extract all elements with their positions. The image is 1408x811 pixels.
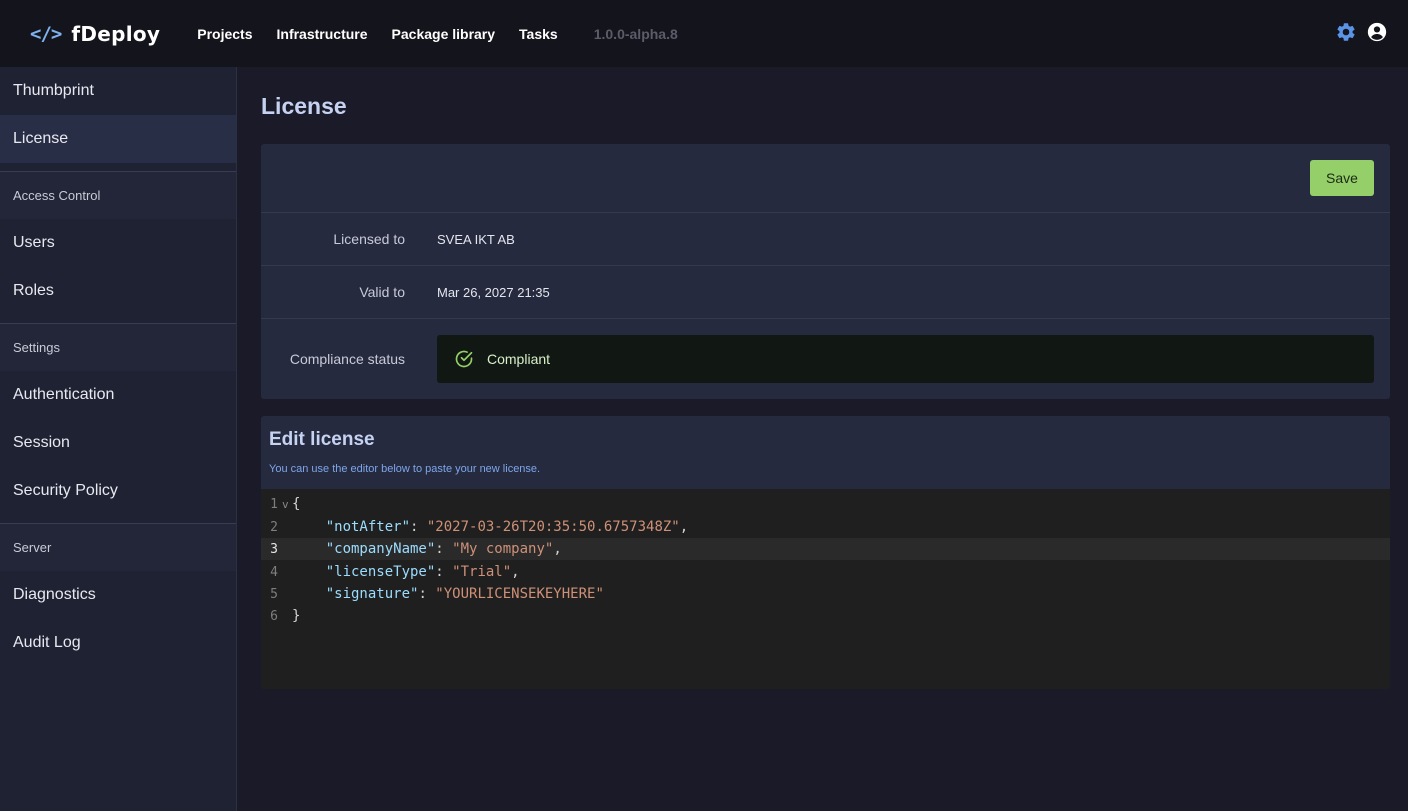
compliance-row: Compliance status Compliant: [261, 319, 1390, 398]
license-code-editor[interactable]: 1 v { 2 "notAfter": "2027-03-26T20:35:50…: [261, 489, 1390, 689]
sidebar-item-diagnostics[interactable]: Diagnostics: [0, 571, 236, 619]
code-line: 1 v {: [261, 493, 1390, 515]
sidebar-item-license[interactable]: License: [0, 115, 236, 163]
json-key: "companyName": [325, 541, 436, 557]
code-text: "licenseType": "Trial",: [325, 564, 520, 580]
edit-license-subtitle: You can use the editor below to paste yo…: [269, 463, 541, 475]
sidebar-section-access-control: Access Control: [0, 171, 236, 219]
save-button[interactable]: Save: [1310, 160, 1374, 196]
app-name: fDeploy: [71, 21, 161, 46]
code-line: 2 "notAfter": "2027-03-26T20:35:50.67573…: [261, 516, 1390, 538]
sidebar-item-users[interactable]: Users: [0, 219, 236, 267]
top-bar: </> fDeploy Projects Infrastructure Pack…: [0, 0, 1408, 67]
line-number: 5: [270, 586, 278, 602]
valid-to-value: Mar 26, 2027 21:35: [437, 284, 550, 300]
licensed-to-value: SVEA IKT AB: [437, 231, 515, 247]
edit-license-card: Edit license You can use the editor belo…: [261, 416, 1390, 689]
sidebar-item-audit-log[interactable]: Audit Log: [0, 619, 236, 667]
line-number: 1: [270, 496, 278, 512]
code-text: "notAfter": "2027-03-26T20:35:50.6757348…: [325, 519, 689, 535]
sidebar-item-roles[interactable]: Roles: [0, 267, 236, 315]
sidebar-section-settings: Settings: [0, 323, 236, 371]
json-comma: ,: [511, 564, 520, 580]
nav-package-library[interactable]: Package library: [392, 26, 496, 42]
version-label: 1.0.0-alpha.8: [593, 25, 678, 42]
sidebar: Thumbprint License Access Control Users …: [0, 67, 237, 811]
sidebar-item-session[interactable]: Session: [0, 419, 236, 467]
compliance-status-text: Compliant: [487, 350, 551, 367]
line-number: 4: [270, 564, 278, 580]
valid-to-label: Valid to: [359, 284, 405, 300]
json-value: "2027-03-26T20:35:50.6757348Z": [426, 519, 680, 535]
line-number: 6: [270, 608, 278, 624]
json-comma: ,: [679, 519, 689, 535]
gear-icon[interactable]: [1335, 21, 1357, 43]
sidebar-item-thumbprint[interactable]: Thumbprint: [0, 67, 236, 115]
edit-license-title: Edit license: [269, 429, 375, 450]
license-card: Save Licensed to SVEA IKT AB Valid to Ma…: [261, 144, 1390, 399]
line-number: 3: [270, 541, 278, 557]
check-circle-icon: [455, 350, 473, 367]
license-card-header: Save: [261, 144, 1390, 213]
code-text: }: [292, 608, 301, 624]
nav-infrastructure[interactable]: Infrastructure: [277, 26, 368, 42]
code-line: 5 "signature": "YOURLICENSEKEYHERE": [261, 583, 1390, 605]
user-circle-icon[interactable]: [1366, 21, 1388, 43]
json-key: "licenseType": [325, 564, 436, 580]
json-key: "notAfter": [325, 519, 411, 535]
code-line: 6 }: [261, 605, 1390, 627]
brand[interactable]: </> fDeploy: [30, 22, 160, 46]
code-text: {: [292, 496, 301, 512]
compliance-status-box: Compliant: [437, 334, 1374, 383]
code-line-current: 3 "companyName": "My company",: [261, 538, 1390, 560]
json-value: "My company": [452, 541, 554, 557]
code-brackets-icon: </>: [30, 22, 62, 45]
fold-chevron-icon[interactable]: v: [278, 498, 292, 511]
sidebar-section-server: Server: [0, 523, 236, 571]
nav-projects[interactable]: Projects: [197, 26, 252, 42]
code-line: 4 "licenseType": "Trial",: [261, 561, 1390, 583]
top-actions: [1335, 21, 1388, 43]
sidebar-item-authentication[interactable]: Authentication: [0, 371, 236, 419]
code-text: "signature": "YOURLICENSEKEYHERE": [325, 586, 604, 602]
json-value: "Trial": [452, 564, 512, 580]
main-nav: Projects Infrastructure Package library …: [197, 26, 678, 42]
page-title: License: [261, 93, 347, 119]
licensed-to-label: Licensed to: [333, 231, 405, 247]
licensed-to-row: Licensed to SVEA IKT AB: [261, 213, 1390, 266]
json-value: "YOURLICENSEKEYHERE": [435, 586, 604, 602]
nav-tasks[interactable]: Tasks: [519, 26, 558, 42]
code-text: "companyName": "My company",: [325, 541, 562, 557]
json-key: "signature": [325, 586, 419, 602]
line-number: 2: [270, 519, 278, 535]
compliance-label: Compliance status: [289, 350, 405, 367]
valid-to-row: Valid to Mar 26, 2027 21:35: [261, 266, 1390, 319]
json-comma: ,: [553, 541, 562, 557]
sidebar-item-security-policy[interactable]: Security Policy: [0, 467, 236, 515]
